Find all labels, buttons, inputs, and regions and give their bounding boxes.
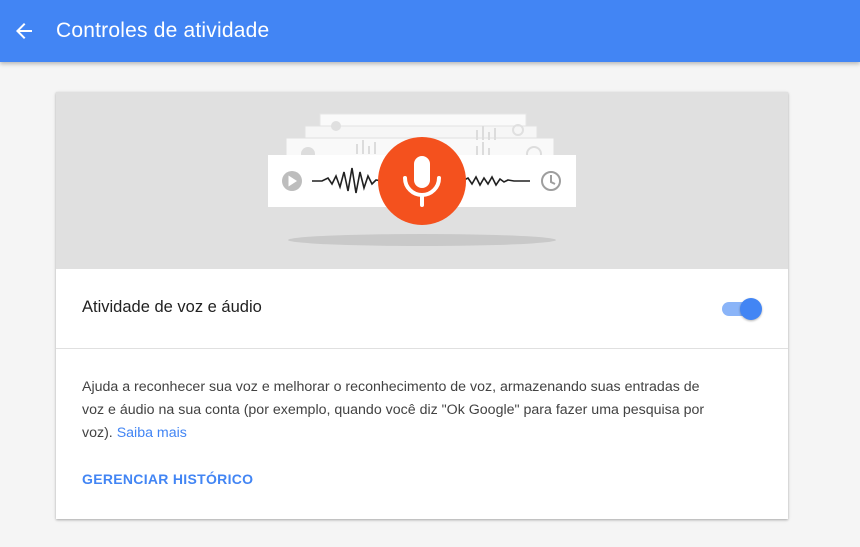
microphone-icon — [378, 137, 466, 225]
manage-history-button[interactable]: GERENCIAR HISTÓRICO — [82, 471, 253, 487]
activity-card: Atividade de voz e áudio Ajuda a reconhe… — [56, 92, 788, 519]
learn-more-link[interactable]: Saiba mais — [117, 425, 187, 441]
voice-audio-setting-row[interactable]: Atividade de voz e áudio — [56, 269, 788, 349]
voice-illustration — [56, 92, 788, 269]
voice-audio-toggle[interactable] — [720, 297, 764, 321]
illustration-shadow — [288, 234, 556, 246]
back-button[interactable] — [4, 11, 44, 51]
toggle-thumb — [740, 298, 762, 320]
page-title: Controles de atividade — [56, 19, 270, 42]
app-bar: Controles de atividade — [0, 0, 860, 62]
setting-label: Atividade de voz e áudio — [82, 298, 262, 316]
play-icon — [282, 171, 302, 191]
arrow-back-icon — [16, 23, 32, 39]
setting-description: Ajuda a reconhecer sua voz e melhorar o … — [82, 376, 722, 445]
